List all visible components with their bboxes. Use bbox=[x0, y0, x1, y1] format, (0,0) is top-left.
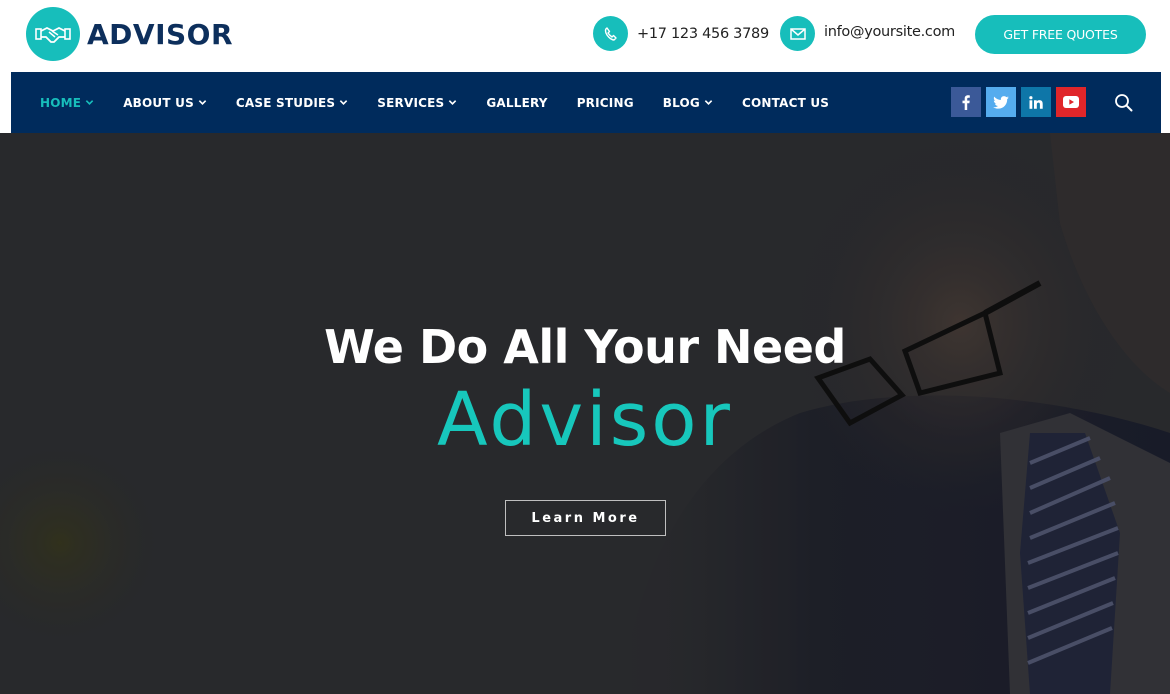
nav-item-pricing[interactable]: PRICING bbox=[577, 96, 634, 110]
chevron-down-icon bbox=[198, 100, 207, 105]
hero-content: We Do All Your Need Advisor Learn More bbox=[0, 133, 1170, 694]
main-navigation: HOME ABOUT US CASE STUDIES SERVICES GALL… bbox=[11, 72, 1161, 133]
handshake-icon bbox=[26, 7, 80, 61]
learn-more-button[interactable]: Learn More bbox=[505, 500, 666, 536]
chevron-down-icon bbox=[85, 100, 94, 105]
phone-number: +17 123 456 3789 bbox=[637, 25, 769, 42]
hero-title: We Do All Your Need bbox=[324, 320, 846, 374]
site-logo[interactable]: ADVISOR bbox=[26, 7, 233, 61]
chevron-down-icon bbox=[340, 100, 348, 105]
nav-label: CASE STUDIES bbox=[235, 95, 336, 110]
chevron-down-icon bbox=[449, 100, 457, 105]
nav-label: PRICING bbox=[576, 95, 634, 110]
hero-subtitle-text: Advisor bbox=[437, 377, 733, 463]
twitter-icon bbox=[993, 95, 1009, 109]
linkedin-button[interactable] bbox=[1021, 87, 1051, 117]
nav-item-about-us[interactable]: ABOUT US bbox=[123, 96, 207, 110]
twitter-button[interactable] bbox=[986, 87, 1016, 117]
nav-item-contact-us[interactable]: CONTACT US bbox=[742, 96, 829, 110]
youtube-icon bbox=[1063, 96, 1079, 108]
phone-contact[interactable]: +17 123 456 3789 bbox=[593, 16, 769, 51]
nav-item-case-studies[interactable]: CASE STUDIES bbox=[236, 96, 348, 110]
top-header: ADVISOR +17 123 456 3789 info@yoursite.c… bbox=[0, 0, 1170, 72]
social-links bbox=[951, 87, 1091, 117]
nav-item-home[interactable]: HOME bbox=[40, 96, 94, 110]
facebook-icon bbox=[962, 94, 970, 110]
nav-item-gallery[interactable]: GALLERY bbox=[486, 96, 547, 110]
email-contact[interactable]: info@yoursite.com bbox=[780, 16, 955, 51]
email-address: info@yoursite.com bbox=[824, 24, 955, 40]
envelope-icon bbox=[780, 16, 815, 51]
nav-item-blog[interactable]: BLOG bbox=[663, 96, 713, 110]
phone-icon bbox=[593, 16, 628, 51]
nav-label: ABOUT US bbox=[123, 95, 194, 110]
search-icon[interactable] bbox=[1113, 92, 1135, 114]
nav-item-services[interactable]: SERVICES bbox=[377, 96, 457, 110]
brand-name: ADVISOR bbox=[87, 17, 234, 51]
nav-label: GALLERY bbox=[486, 95, 548, 110]
chevron-down-icon bbox=[704, 100, 713, 105]
hero-section: We Do All Your Need Advisor Learn More bbox=[0, 133, 1170, 694]
nav-label: SERVICES bbox=[377, 95, 445, 110]
nav-label: BLOG bbox=[662, 95, 700, 110]
facebook-button[interactable] bbox=[951, 87, 981, 117]
linkedin-icon bbox=[1029, 95, 1043, 109]
nav-label: CONTACT US bbox=[741, 95, 830, 110]
hero-subtitle: Advisor bbox=[0, 377, 1170, 463]
nav-label: HOME bbox=[40, 95, 82, 110]
nav-menu: HOME ABOUT US CASE STUDIES SERVICES GALL… bbox=[40, 72, 858, 133]
youtube-button[interactable] bbox=[1056, 87, 1086, 117]
get-free-quotes-button[interactable]: GET FREE QUOTES bbox=[975, 15, 1146, 54]
